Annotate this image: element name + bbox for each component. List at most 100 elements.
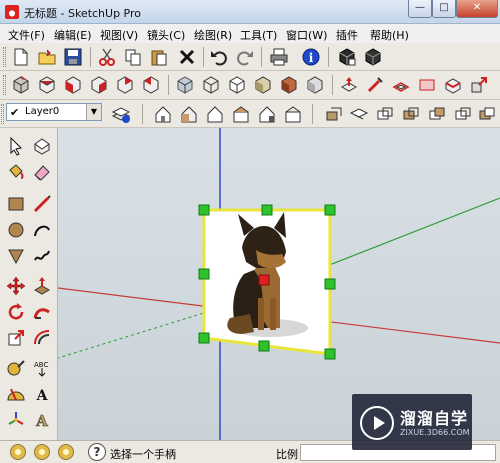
- tape-measure-icon[interactable]: [4, 356, 28, 380]
- views-styles-toolbar: [0, 71, 500, 100]
- protractor-icon[interactable]: [4, 382, 28, 406]
- export-icon[interactable]: [468, 74, 490, 96]
- push-pull-icon[interactable]: [338, 74, 360, 96]
- menu-view[interactable]: 视图(V): [100, 27, 138, 43]
- scale-handle[interactable]: [324, 204, 336, 216]
- menu-window[interactable]: 窗口(W): [286, 27, 327, 43]
- menu-plugins[interactable]: 插件: [336, 27, 358, 43]
- save-icon[interactable]: [62, 46, 84, 68]
- axes-icon[interactable]: [4, 408, 28, 432]
- cut-icon[interactable]: [96, 46, 118, 68]
- eraser-icon[interactable]: [30, 160, 54, 184]
- hidden-line-icon[interactable]: [226, 74, 248, 96]
- scale-handle[interactable]: [198, 204, 210, 216]
- textured-icon[interactable]: [278, 74, 300, 96]
- redo-icon[interactable]: [234, 46, 256, 68]
- house-3-icon[interactable]: [204, 103, 226, 125]
- credits-icon[interactable]: [34, 444, 50, 460]
- top-view-icon[interactable]: [36, 74, 58, 96]
- shadow-7-icon[interactable]: [476, 103, 498, 125]
- 3d-text-icon[interactable]: A: [30, 408, 54, 432]
- menu-file[interactable]: 文件(F): [8, 27, 45, 43]
- wireframe-icon[interactable]: [200, 74, 222, 96]
- house-1-icon[interactable]: [152, 103, 174, 125]
- back-view-icon[interactable]: [114, 74, 136, 96]
- menu-tools[interactable]: 工具(T): [240, 27, 277, 43]
- menu-camera[interactable]: 镜头(C): [147, 27, 185, 43]
- status-hint: 选择一个手柄: [110, 448, 176, 461]
- close-button[interactable]: ✕: [456, 0, 498, 18]
- user-status-icon[interactable]: [58, 444, 74, 460]
- freehand-icon[interactable]: [30, 244, 54, 268]
- help-icon[interactable]: ?: [88, 443, 106, 461]
- scale-icon[interactable]: [4, 326, 28, 350]
- shaded-icon[interactable]: [252, 74, 274, 96]
- circle-icon[interactable]: [4, 218, 28, 242]
- component-tool-icon[interactable]: [30, 134, 54, 158]
- arc-icon[interactable]: [30, 218, 54, 242]
- paint-icon[interactable]: [364, 74, 386, 96]
- print-icon[interactable]: [268, 46, 290, 68]
- shadow-4-icon[interactable]: [400, 103, 422, 125]
- text-icon[interactable]: A: [30, 382, 54, 406]
- center-scale-handle[interactable]: [258, 274, 270, 286]
- shadow-5-icon[interactable]: [426, 103, 448, 125]
- make-component-icon[interactable]: [336, 46, 358, 68]
- model-info-icon[interactable]: i: [300, 46, 322, 68]
- menu-draw[interactable]: 绘图(R): [194, 27, 232, 43]
- toolbar-separator: [90, 47, 91, 67]
- toolbar-separator: [332, 75, 333, 95]
- scale-handle[interactable]: [198, 332, 210, 344]
- house-5-icon[interactable]: [256, 103, 278, 125]
- front-view-icon[interactable]: [62, 74, 84, 96]
- minimize-button[interactable]: —: [408, 0, 432, 18]
- left-view-icon[interactable]: [140, 74, 162, 96]
- xray-icon[interactable]: [174, 74, 196, 96]
- erase-icon[interactable]: [176, 46, 198, 68]
- house-4-icon[interactable]: [230, 103, 252, 125]
- polygon-icon[interactable]: [4, 244, 28, 268]
- rectangle-icon[interactable]: [4, 192, 28, 216]
- paint-bucket-icon[interactable]: [4, 160, 28, 184]
- menu-help[interactable]: 帮助(H): [370, 27, 409, 43]
- shadow-1-icon[interactable]: [322, 103, 344, 125]
- move-icon[interactable]: [4, 274, 28, 298]
- new-icon[interactable]: [10, 46, 32, 68]
- section-plane-icon[interactable]: [416, 74, 438, 96]
- paste-icon[interactable]: [148, 46, 170, 68]
- layer-dropdown[interactable]: ✔ Layer0 ▼: [6, 103, 102, 121]
- component-icon[interactable]: [362, 46, 384, 68]
- layer-manager-icon[interactable]: [110, 103, 132, 125]
- maximize-button[interactable]: □: [432, 0, 456, 18]
- open-icon[interactable]: [36, 46, 58, 68]
- push-pull-tool-icon[interactable]: [30, 274, 54, 298]
- house-6-icon[interactable]: [282, 103, 304, 125]
- offset-tool-icon[interactable]: [30, 326, 54, 350]
- geo-location-icon[interactable]: [10, 444, 26, 460]
- menu-edit[interactable]: 编辑(E): [54, 27, 92, 43]
- monochrome-icon[interactable]: [304, 74, 326, 96]
- shadow-6-icon[interactable]: [452, 103, 474, 125]
- copy-icon[interactable]: [122, 46, 144, 68]
- iso-view-icon[interactable]: [10, 74, 32, 96]
- offset-icon[interactable]: [390, 74, 412, 96]
- scale-handle[interactable]: [324, 278, 336, 290]
- scale-handle[interactable]: [258, 340, 270, 352]
- dimension-icon[interactable]: ABC: [30, 356, 54, 380]
- section-display-icon[interactable]: [442, 74, 464, 96]
- scale-handle[interactable]: [261, 204, 273, 216]
- line-icon[interactable]: [30, 192, 54, 216]
- select-icon[interactable]: [4, 134, 28, 158]
- shadow-3-icon[interactable]: [374, 103, 396, 125]
- scale-handle[interactable]: [198, 268, 210, 280]
- scale-handle[interactable]: [324, 348, 336, 360]
- right-view-icon[interactable]: [88, 74, 110, 96]
- chevron-down-icon[interactable]: ▼: [86, 104, 101, 120]
- rotate-icon[interactable]: [4, 300, 28, 324]
- sketchup-app-icon: [5, 5, 19, 19]
- follow-me-icon[interactable]: [30, 300, 54, 324]
- house-2-icon[interactable]: [178, 103, 200, 125]
- shadow-2-icon[interactable]: [348, 103, 370, 125]
- green-axis-negative: [58, 307, 221, 359]
- undo-icon[interactable]: [208, 46, 230, 68]
